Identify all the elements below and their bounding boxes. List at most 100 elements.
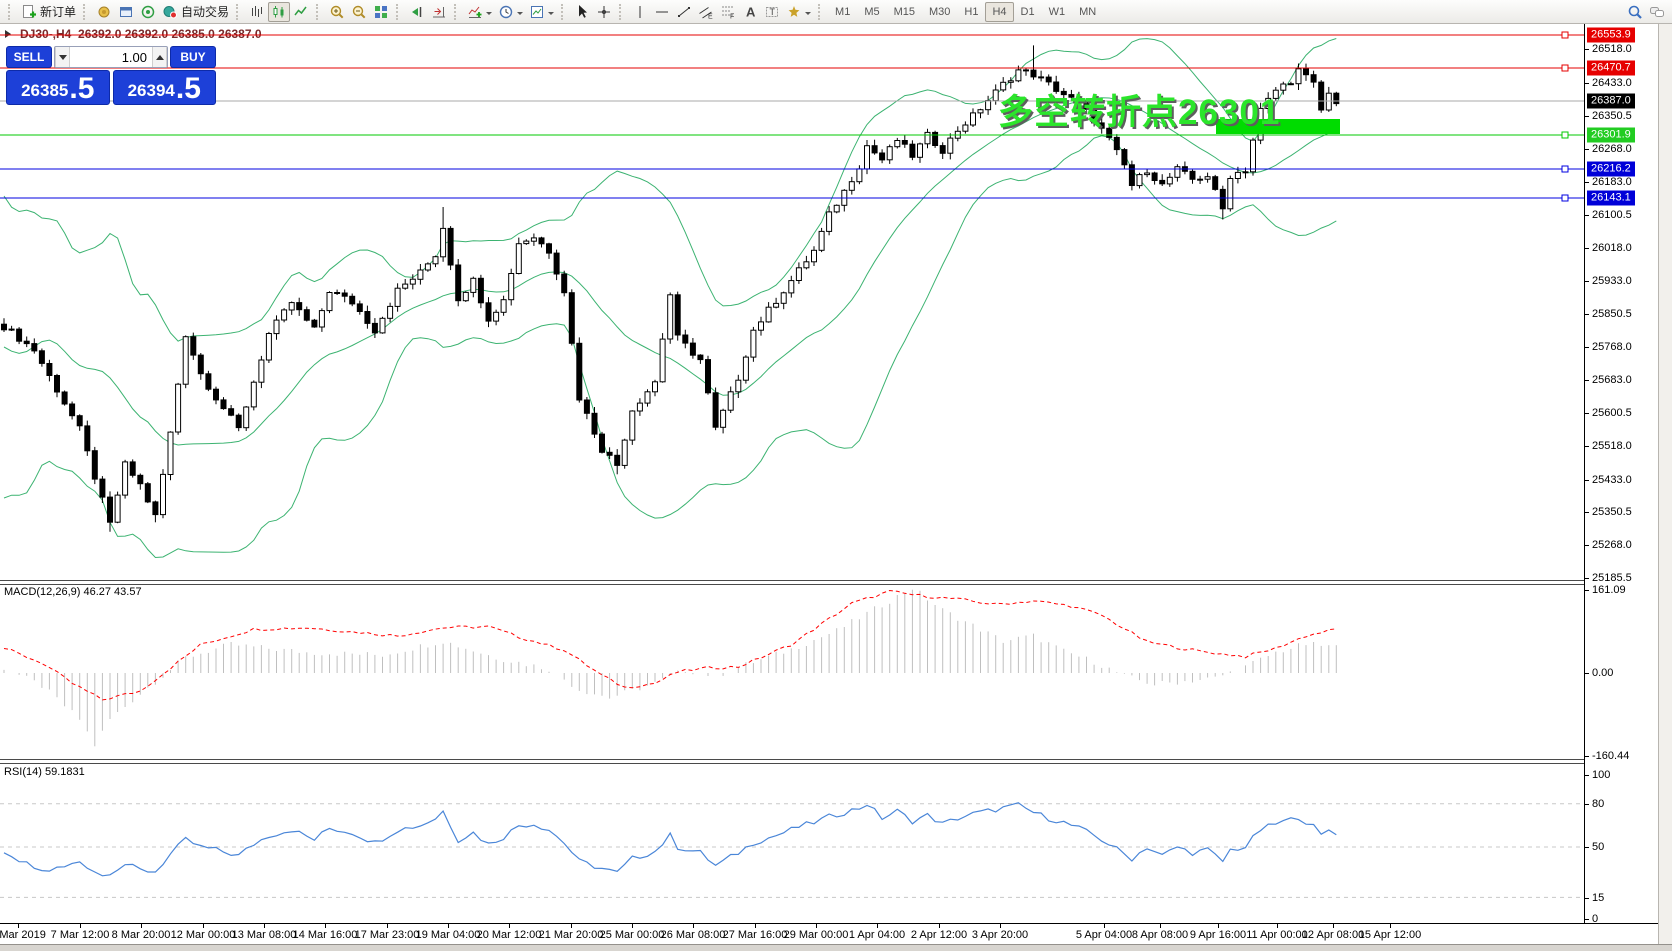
annotation-text[interactable]: 多空转折点26301 (998, 84, 1280, 135)
trendline-button[interactable] (673, 2, 695, 22)
tick-dash (1585, 512, 1589, 513)
tf-d1-button[interactable]: D1 (1014, 2, 1042, 22)
text-a-icon: A (742, 4, 758, 20)
time-tick-label: 3 Apr 20:00 (972, 929, 1028, 941)
candlestick-chart-button[interactable] (268, 2, 290, 22)
scroll-end-icon (409, 4, 425, 20)
price-tick-label: 25518.0 (1592, 440, 1632, 452)
price-tick: 25185.5 (1585, 572, 1632, 584)
buy-button[interactable]: BUY (170, 46, 216, 68)
periods-button[interactable] (495, 2, 526, 22)
tick-dash (1585, 182, 1589, 183)
price-tick: 26433.0 (1585, 77, 1632, 89)
doc-plus-icon (21, 4, 37, 20)
signals-button[interactable] (137, 2, 159, 22)
volume-increase-button[interactable] (152, 47, 167, 67)
tf-h4-button[interactable]: H4 (985, 2, 1013, 22)
cursor-button[interactable] (571, 2, 593, 22)
tick-dash (1585, 149, 1589, 150)
shift-icon (431, 4, 447, 20)
chart-shift-button[interactable] (428, 2, 450, 22)
tf-m30-button[interactable]: M30 (922, 2, 957, 22)
bar-chart-button[interactable] (246, 2, 268, 22)
window-bottom-edge (0, 944, 1672, 951)
buy-price-display[interactable]: 26394.5 (113, 70, 217, 105)
macd-label: MACD(12,26,9) 46.27 43.57 (4, 586, 142, 598)
price-tick: 25683.0 (1585, 374, 1632, 386)
vertical-line-button[interactable] (629, 2, 651, 22)
tick-dash (1585, 756, 1589, 757)
sell-price-frac: .5 (69, 74, 94, 104)
tf-m5-button[interactable]: M5 (857, 2, 886, 22)
tick-dash (1585, 49, 1589, 50)
zoom-out-button[interactable] (348, 2, 370, 22)
triangle-up-icon (156, 51, 164, 60)
tile-windows-button[interactable] (370, 2, 392, 22)
sell-button[interactable]: SELL (6, 46, 52, 68)
price-tick: -160.44 (1585, 750, 1629, 762)
tf-mn-button[interactable]: MN (1072, 2, 1103, 22)
chevron-down-icon[interactable] (517, 12, 523, 18)
price-tick-label: 100 (1592, 769, 1610, 781)
market-watch-button[interactable] (93, 2, 115, 22)
timeframe-label: M30 (929, 6, 950, 18)
time-axis[interactable]: 6 Mar 20197 Mar 12:008 Mar 20:0012 Mar 0… (0, 923, 1672, 944)
time-tick-label: 19 Mar 04:00 (416, 929, 481, 941)
time-tick-label: 9 Apr 16:00 (1190, 929, 1246, 941)
panel-separator[interactable] (0, 580, 1584, 585)
volume-input[interactable] (70, 47, 152, 67)
tick-dash (1585, 347, 1589, 348)
rsi-label: RSI(14) 59.1831 (4, 766, 85, 778)
time-tick (1333, 924, 1334, 928)
label-button[interactable]: T (761, 2, 783, 22)
sell-price-display[interactable]: 26385.5 (6, 70, 110, 105)
price-tick-label: 50 (1592, 841, 1604, 853)
toolbar: 新订单 自动交易 EFAT M1M5M15 M30 H1H4 D1 W1MN (0, 0, 1672, 24)
tf-m1-button[interactable]: M1 (828, 2, 857, 22)
chart-window-button[interactable] (115, 2, 137, 22)
price-tick: 26018.0 (1585, 242, 1632, 254)
text-button[interactable]: A (739, 2, 761, 22)
price-tick-label: 26183.0 (1592, 176, 1632, 188)
panel-separator[interactable] (0, 759, 1584, 764)
price-tick-label: 25768.0 (1592, 341, 1632, 353)
chat-button[interactable] (1646, 2, 1668, 22)
new-order-button[interactable]: 新订单 (18, 2, 79, 22)
fibonacci-button[interactable]: F (717, 2, 739, 22)
autotrade-button[interactable]: 自动交易 (159, 2, 232, 22)
arrows-button[interactable] (783, 2, 814, 22)
auto-scroll-button[interactable] (406, 2, 428, 22)
tf-w1-button[interactable]: W1 (1042, 2, 1073, 22)
price-tick: 100 (1585, 769, 1610, 781)
crosshair-button[interactable] (593, 2, 615, 22)
price-tick-label: 25350.5 (1592, 506, 1632, 518)
price-tick: 26518.0 (1585, 43, 1632, 55)
time-tick-label: 26 Mar 08:00 (661, 929, 726, 941)
price-tick-label: 25683.0 (1592, 374, 1632, 386)
templates-button[interactable] (526, 2, 557, 22)
price-tick-label: 0.00 (1592, 667, 1613, 679)
tf-h1-button[interactable]: H1 (957, 2, 985, 22)
time-tick (325, 924, 326, 928)
channel-button[interactable]: E (695, 2, 717, 22)
chevron-down-icon[interactable] (805, 12, 811, 18)
volume-decrease-button[interactable] (55, 47, 70, 67)
price-axis[interactable]: 26518.026433.026350.526268.026183.026100… (1584, 24, 1659, 944)
fibo-icon: F (720, 4, 736, 20)
horizontal-line-button[interactable] (651, 2, 673, 22)
timeframe-label: D1 (1021, 6, 1035, 18)
tf-m15-button[interactable]: M15 (887, 2, 922, 22)
time-tick (387, 924, 388, 928)
tick-dash (1585, 775, 1589, 776)
chevron-down-icon[interactable] (486, 12, 492, 18)
search-button[interactable] (1624, 2, 1646, 22)
chart-canvas[interactable] (0, 24, 1584, 923)
price-tick-label: -160.44 (1592, 750, 1629, 762)
line-chart-button[interactable] (290, 2, 312, 22)
indicators-button[interactable] (464, 2, 495, 22)
price-tick: 25768.0 (1585, 341, 1632, 353)
time-tick-label: 8 Mar 20:00 (112, 929, 171, 941)
chevron-down-icon[interactable] (548, 12, 554, 18)
price-tick-label: 26268.0 (1592, 143, 1632, 155)
zoom-in-button[interactable] (326, 2, 348, 22)
